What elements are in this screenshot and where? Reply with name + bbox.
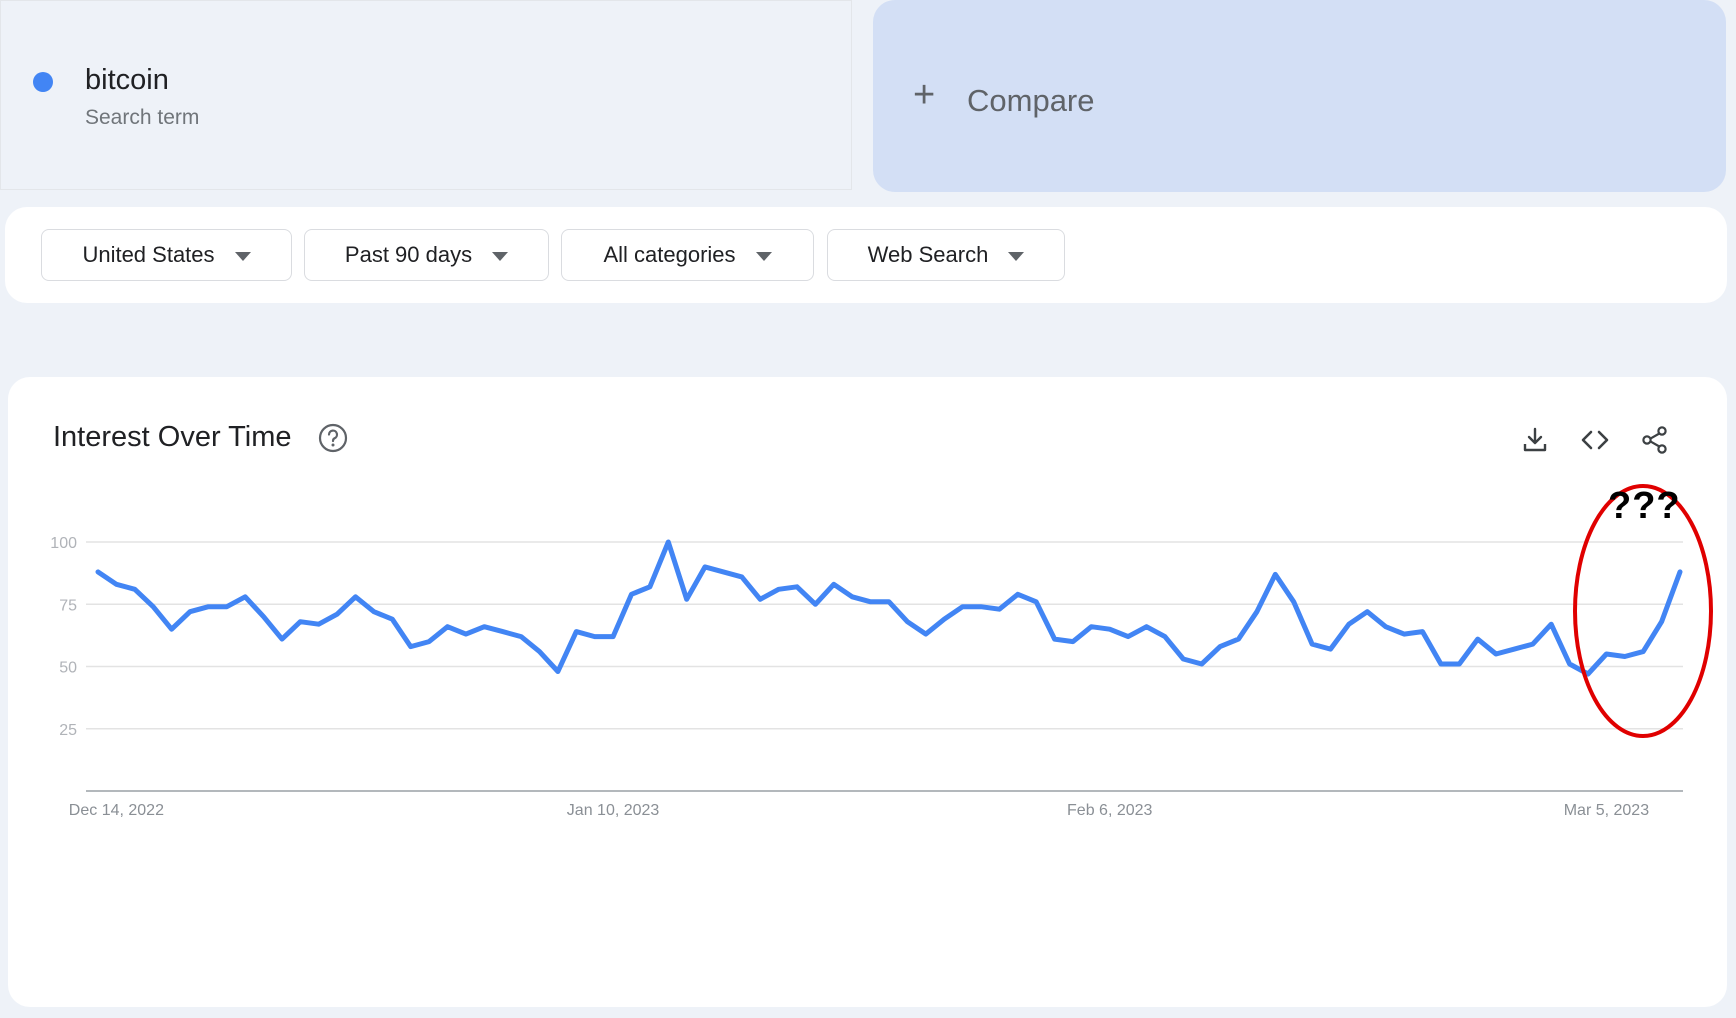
search-term-subtitle: Search term xyxy=(85,106,200,129)
y-tick-label: 25 xyxy=(59,722,77,739)
caret-down-icon xyxy=(1008,251,1025,261)
x-tick-label: Mar 5, 2023 xyxy=(1564,802,1649,819)
series-line-bitcoin xyxy=(95,539,1683,677)
y-tick-label: 100 xyxy=(50,535,77,552)
caret-down-icon xyxy=(234,251,251,261)
filter-time-range-label: Past 90 days xyxy=(344,242,473,267)
filter-search-type[interactable]: Web Search xyxy=(827,229,1065,281)
series-color-dot xyxy=(33,72,53,92)
search-term-name[interactable]: bitcoin xyxy=(85,64,169,97)
y-tick-label: 75 xyxy=(59,597,77,614)
interest-over-time-card: Interest Over Time 100 75 50 25 Dec 14, 202… xyxy=(8,377,1727,1007)
compare-button[interactable]: + Compare xyxy=(873,0,1726,192)
filter-bar: United States Past 90 days All categorie… xyxy=(5,207,1727,303)
x-tick-label: Dec 14, 2022 xyxy=(69,802,164,819)
plus-icon: + xyxy=(913,74,936,116)
filter-region-label: United States xyxy=(82,242,215,267)
filter-region[interactable]: United States xyxy=(41,229,292,281)
caret-down-icon xyxy=(755,251,772,261)
search-term-card[interactable]: bitcoin Search term xyxy=(0,0,852,190)
filter-time-range[interactable]: Past 90 days xyxy=(304,229,549,281)
x-tick-label: Feb 6, 2023 xyxy=(1067,802,1153,819)
filter-search-type-label: Web Search xyxy=(867,242,989,267)
annotation-text: ??? xyxy=(1608,485,1681,527)
caret-down-icon xyxy=(492,251,509,261)
x-tick-label: Jan 10, 2023 xyxy=(567,802,660,819)
compare-label: Compare xyxy=(967,83,1095,118)
filter-category-label: All categories xyxy=(603,242,736,267)
interest-over-time-chart: 100 75 50 25 Dec 14, 2022 Jan 10, 2023 Feb 6,… xyxy=(50,484,1713,819)
filter-category[interactable]: All categories xyxy=(561,229,814,281)
y-tick-label: 50 xyxy=(59,660,77,677)
